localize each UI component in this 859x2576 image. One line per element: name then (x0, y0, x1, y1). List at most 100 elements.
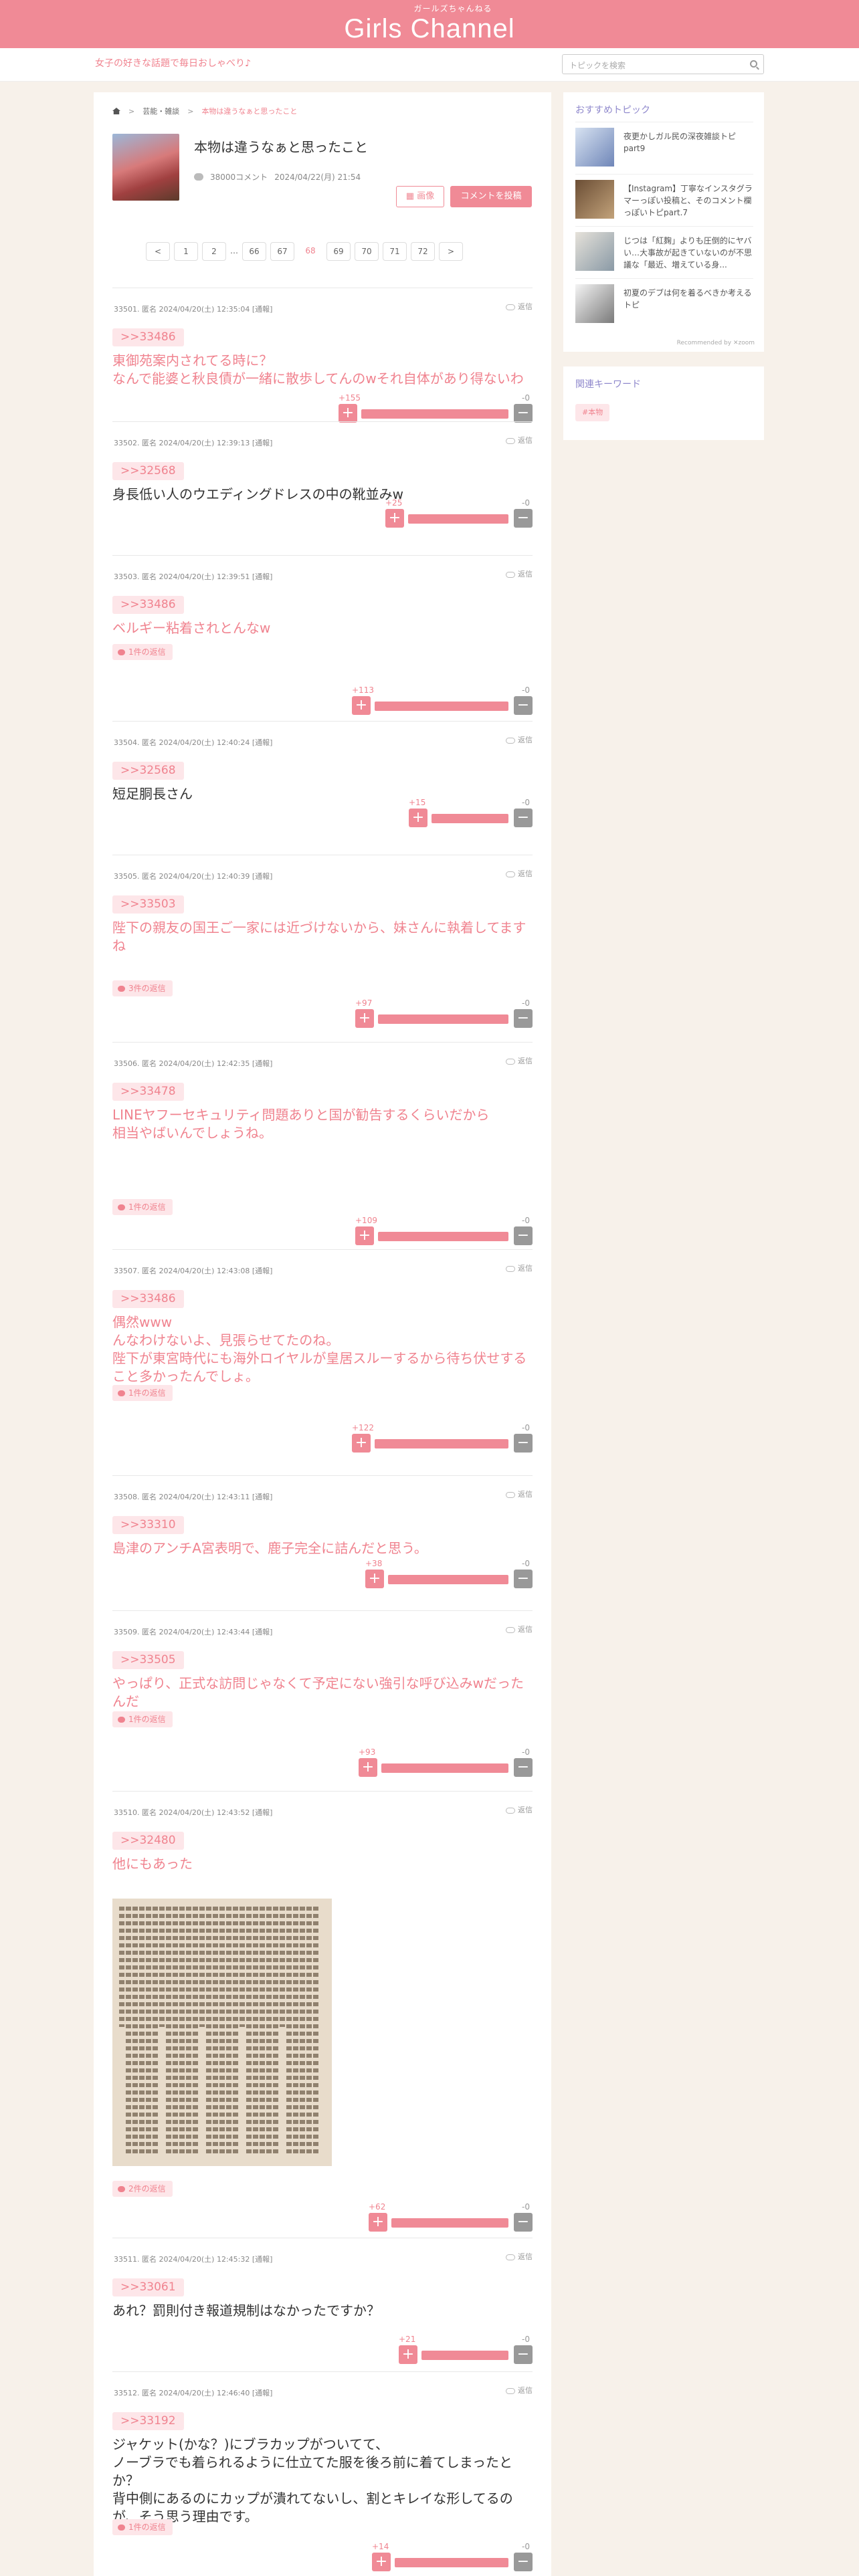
pager-page[interactable]: 1 (174, 242, 198, 261)
minus-button[interactable]: − (514, 1226, 533, 1245)
plus-button[interactable]: + (365, 1570, 384, 1588)
reply-button[interactable]: 返信 (506, 868, 533, 879)
plus-button[interactable]: + (409, 809, 427, 827)
minus-button[interactable]: − (514, 2345, 533, 2364)
plus-button[interactable]: + (359, 1758, 377, 1777)
plus-button[interactable]: + (372, 2553, 391, 2571)
reply-count-badge[interactable]: 2件の返信 (112, 2181, 173, 2197)
recommend-thumbnail (575, 232, 614, 271)
plus-button[interactable]: + (385, 509, 404, 528)
minus-button[interactable]: − (514, 1758, 533, 1777)
minus-button[interactable]: − (514, 509, 533, 528)
breadcrumb-category[interactable]: 芸能・雑談 (142, 106, 179, 116)
reply-button[interactable]: 返信 (506, 301, 533, 312)
minus-count: -0 (522, 2202, 530, 2212)
reply-label: 返信 (518, 1625, 533, 1634)
clipping-text-column (146, 1907, 151, 2155)
clipping-text-column (253, 1907, 258, 2155)
plus-button[interactable]: + (399, 2345, 417, 2364)
plus-button[interactable]: + (355, 1009, 374, 1028)
pager-page[interactable]: 66 (242, 242, 266, 261)
recommend-item[interactable]: じつは「紅麹」よりも圧倒的にヤバい…大事故が起きていないのが不思議な「最近、増え… (575, 226, 753, 271)
post-comment-button[interactable]: コメントを投稿 (450, 186, 532, 207)
reply-button[interactable]: 返信 (506, 435, 533, 445)
reply-button[interactable]: 返信 (506, 1804, 533, 1815)
plus-button[interactable]: + (352, 696, 371, 715)
pager-prev[interactable]: < (146, 242, 170, 261)
reply-label: 返信 (518, 869, 533, 878)
pager-page[interactable]: 71 (383, 242, 407, 261)
anchor-link[interactable]: >>33505 (112, 1651, 184, 1669)
plus-button[interactable]: + (355, 1226, 374, 1245)
reply-count-badge[interactable]: 1件の返信 (112, 2519, 173, 2535)
reply-button[interactable]: 返信 (506, 568, 533, 579)
anchor-link[interactable]: >>33486 (112, 328, 184, 346)
anchor-link[interactable]: >>33192 (112, 2412, 184, 2430)
topic-thumbnail[interactable] (112, 134, 179, 201)
minus-button[interactable]: − (514, 1434, 533, 1453)
minus-button[interactable]: − (514, 809, 533, 827)
pager-page[interactable]: 2 (202, 242, 226, 261)
news-clipping-image[interactable] (112, 1899, 332, 2166)
reply-count-badge[interactable]: 3件の返信 (112, 980, 173, 996)
anchor-link[interactable]: >>33061 (112, 2278, 184, 2296)
reply-button[interactable]: 返信 (506, 2385, 533, 2395)
clipping-text-column (246, 1907, 252, 2155)
clipping-text-column (280, 1907, 285, 2027)
keyword-tag[interactable]: #本物 (575, 404, 610, 421)
image-button[interactable]: ▦ 画像 (396, 186, 444, 207)
anchor-link[interactable]: >>33486 (112, 1290, 184, 1308)
reply-button[interactable]: 返信 (506, 734, 533, 745)
reply-button[interactable]: 返信 (506, 1263, 533, 1273)
anchor-link[interactable]: >>33478 (112, 1083, 184, 1101)
sidebar-keywords: 関連キーワード #本物 (563, 366, 764, 440)
clipping-text-column (199, 1907, 205, 2027)
minus-button[interactable]: − (514, 404, 533, 423)
pager-next[interactable]: > (439, 242, 463, 261)
pager-page[interactable]: 70 (355, 242, 379, 261)
anchor-link[interactable]: >>33486 (112, 596, 184, 614)
reply-button[interactable]: 返信 (506, 1055, 533, 1066)
minus-button[interactable]: − (514, 2553, 533, 2571)
minus-button[interactable]: − (514, 1570, 533, 1588)
recommend-item[interactable]: 初夏のデブは何を着るべきか考えるトピ (575, 278, 753, 323)
site-logo[interactable]: ガールズちゃんねる Girls Channel (0, 3, 859, 43)
minus-button[interactable]: − (514, 2213, 533, 2232)
vote-widget: +15 -0 + − (409, 798, 533, 827)
anchor-link[interactable]: >>32568 (112, 762, 184, 780)
reply-button[interactable]: 返信 (506, 1489, 533, 1499)
minus-button[interactable]: − (514, 696, 533, 715)
reply-count-badge[interactable]: 1件の返信 (112, 1199, 173, 1215)
recommend-item[interactable]: 【Instagram】丁寧なインスタグラマーっぽい投稿と、そのコメント欄っぽいト… (575, 174, 753, 219)
clipping-text-column (206, 1907, 211, 2155)
pager-current-page: 68 (298, 242, 322, 261)
home-icon[interactable] (112, 108, 120, 114)
plus-button[interactable]: + (352, 1434, 371, 1453)
pager-page[interactable]: 69 (326, 242, 351, 261)
search-icon[interactable] (750, 60, 757, 68)
plus-button[interactable]: + (369, 2213, 387, 2232)
reply-icon (506, 871, 515, 877)
plus-count: +38 (365, 1559, 383, 1568)
clipping-text-column (159, 1907, 165, 2027)
anchor-link[interactable]: >>32480 (112, 1832, 184, 1850)
pager-page[interactable]: 67 (270, 242, 294, 261)
comment-body: 島津のアンチA宮表明で、鹿子完全に詰んだと思う。 (112, 1540, 427, 1556)
recommended-by[interactable]: Recommended by ✕zoom (677, 340, 755, 346)
reply-count-badge[interactable]: 1件の返信 (112, 1385, 173, 1401)
anchor-link[interactable]: >>33310 (112, 1516, 184, 1534)
vote-widget: +155 -0 + − (339, 393, 533, 423)
plus-button[interactable]: + (339, 404, 357, 423)
search-input[interactable]: トピックを検索 (562, 54, 764, 74)
anchor-link[interactable]: >>32568 (112, 462, 184, 480)
reply-count-badge[interactable]: 1件の返信 (112, 1711, 173, 1727)
anchor-link[interactable]: >>33503 (112, 895, 184, 914)
reply-count-badge[interactable]: 1件の返信 (112, 644, 173, 660)
reply-button[interactable]: 返信 (506, 2251, 533, 2262)
pager-page[interactable]: 72 (411, 242, 435, 261)
recommend-item[interactable]: 夜更かしガル民の深夜雑談トピpart9 (575, 122, 753, 167)
minus-button[interactable]: − (514, 1009, 533, 1028)
comment-item: 33510. 匿名 2024/04/20(土) 12:43:52 [通報] 返信 >… (112, 1791, 533, 2238)
minus-count: -0 (522, 685, 530, 695)
reply-button[interactable]: 返信 (506, 1624, 533, 1634)
